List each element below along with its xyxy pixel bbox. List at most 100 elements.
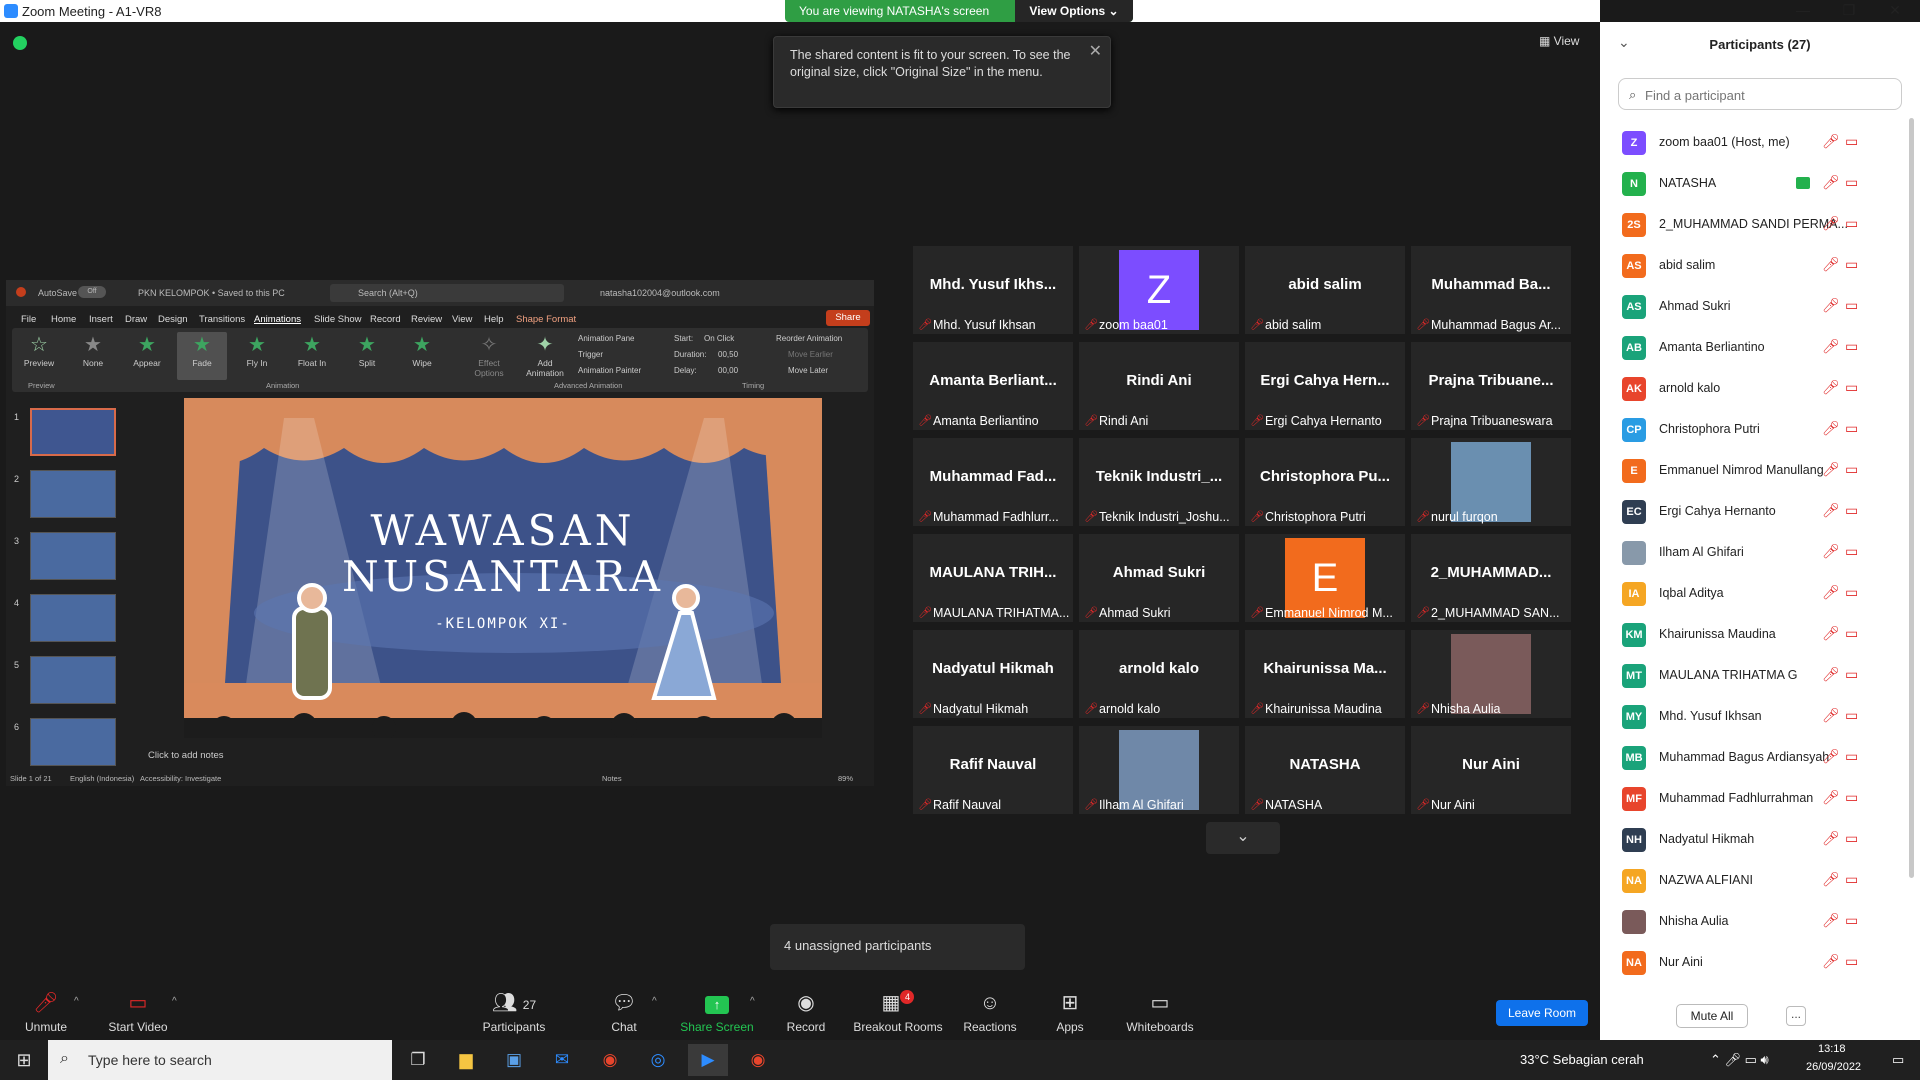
- video-tile[interactable]: Muhammad Fad... 🎤︎ Muhammad Fadhlurr...: [913, 438, 1073, 526]
- video-tile[interactable]: 2_MUHAMMAD... 🎤︎ 2_MUHAMMAD SAN...: [1411, 534, 1571, 622]
- ppt-search-box[interactable]: Search (Alt+Q): [330, 284, 564, 302]
- video-tile[interactable]: Ergi Cahya Hern... 🎤︎ Ergi Cahya Hernanto: [1245, 342, 1405, 430]
- menu-design[interactable]: Design: [158, 314, 188, 325]
- move-earlier-button[interactable]: Move Earlier: [788, 350, 833, 359]
- mic-muted-icon[interactable]: 🎤︎: [1822, 912, 1840, 929]
- leave-room-button[interactable]: Leave Room: [1496, 1000, 1588, 1026]
- mic-muted-icon[interactable]: 🎤︎: [1822, 215, 1840, 232]
- clock-date[interactable]: 26/09/2022: [1806, 1061, 1861, 1073]
- video-tile[interactable]: Christophora Pu... 🎤︎ Christophora Putri: [1245, 438, 1405, 526]
- weather-text[interactable]: 33°C Sebagian cerah: [1520, 1052, 1644, 1067]
- mic-muted-icon[interactable]: 🎤︎: [1822, 830, 1840, 847]
- taskbar-search[interactable]: ⌕ Type here to search: [48, 1040, 392, 1080]
- windows-start-icon[interactable]: ⊞: [4, 1044, 44, 1076]
- video-off-icon[interactable]: ▭: [1845, 420, 1858, 437]
- participant-row[interactable]: 2S 2_MUHAMMAD SANDI PERMA... 🎤︎ ▭: [1600, 204, 1920, 245]
- mic-muted-icon[interactable]: 🎤︎: [1822, 297, 1840, 314]
- participant-row[interactable]: Ilham Al Ghifari 🎤︎ ▭: [1600, 532, 1920, 573]
- chat-options-caret[interactable]: ^: [652, 996, 657, 1007]
- video-tile[interactable]: Muhammad Ba... 🎤︎ Muhammad Bagus Ar...: [1411, 246, 1571, 334]
- video-off-icon[interactable]: ▭: [1845, 912, 1858, 929]
- mic-muted-icon[interactable]: 🎤︎: [1822, 584, 1840, 601]
- participant-row[interactable]: KM Khairunissa Maudina 🎤︎ ▭: [1600, 614, 1920, 655]
- participant-row[interactable]: EC Ergi Cahya Hernanto 🎤︎ ▭: [1600, 491, 1920, 532]
- video-tile[interactable]: Nur Aini 🎤︎ Nur Aini: [1411, 726, 1571, 814]
- view-options-button[interactable]: View Options ⌄: [1015, 0, 1133, 22]
- teamviewer-icon[interactable]: ◎: [638, 1044, 678, 1076]
- menu-insert[interactable]: Insert: [89, 314, 113, 325]
- notes-button[interactable]: Notes: [602, 774, 622, 783]
- mic-muted-icon[interactable]: 🎤︎: [1822, 543, 1840, 560]
- anim-fade[interactable]: ★ Fade: [177, 332, 227, 380]
- video-off-icon[interactable]: ▭: [1845, 748, 1858, 765]
- unassigned-popup[interactable]: 4 unassigned participants: [770, 924, 1025, 970]
- anim-none[interactable]: ★ None: [68, 332, 118, 380]
- video-off-icon[interactable]: ▭: [1845, 133, 1858, 150]
- mic-muted-icon[interactable]: 🎤︎: [1822, 871, 1840, 888]
- participant-row[interactable]: NA Nur Aini 🎤︎ ▭: [1600, 942, 1920, 983]
- anim-float-in[interactable]: ★ Float In: [287, 332, 337, 380]
- video-off-icon[interactable]: ▭: [1845, 174, 1858, 191]
- mic-muted-icon[interactable]: 🎤︎: [1822, 174, 1840, 191]
- slide-canvas[interactable]: WAWASAN NUSANTARA -KELOMPOK XI-: [184, 398, 822, 738]
- video-off-icon[interactable]: ▭: [1845, 830, 1858, 847]
- autosave-toggle[interactable]: Off: [78, 286, 106, 298]
- video-tile[interactable]: Khairunissa Ma... 🎤︎ Khairunissa Maudina: [1245, 630, 1405, 718]
- video-off-icon[interactable]: ▭: [1845, 584, 1858, 601]
- participant-search[interactable]: ⌕: [1618, 78, 1902, 110]
- reactions-button[interactable]: ☺ Reactions: [960, 990, 1020, 1036]
- anim-appear[interactable]: ★ Appear: [122, 332, 172, 380]
- participant-row[interactable]: E Emmanuel Nimrod Manullang 🎤︎ ▭: [1600, 450, 1920, 491]
- video-off-icon[interactable]: ▭: [1845, 502, 1858, 519]
- mute-all-button[interactable]: Mute All: [1676, 1004, 1748, 1028]
- notifications-icon[interactable]: ▭: [1892, 1052, 1904, 1068]
- add-animation-button[interactable]: ✦ Add Animation: [520, 332, 570, 380]
- file-explorer-icon[interactable]: ▆: [446, 1044, 486, 1076]
- participant-row[interactable]: AB Amanta Berliantino 🎤︎ ▭: [1600, 327, 1920, 368]
- chrome-icon[interactable]: ◉: [590, 1044, 630, 1076]
- video-tile[interactable]: Nadyatul Hikmah 🎤︎ Nadyatul Hikmah: [913, 630, 1073, 718]
- participant-row[interactable]: Zzoom baa01 (Host, me) 🎤︎ ▭: [1600, 122, 1920, 163]
- record-button[interactable]: ◉ Record: [780, 990, 832, 1036]
- status-accessibility[interactable]: Accessibility: Investigate: [140, 774, 221, 783]
- slide-thumbnail[interactable]: [30, 408, 116, 456]
- breakout-rooms-button[interactable]: ▦ 4 Breakout Rooms: [852, 990, 944, 1036]
- mic-muted-icon[interactable]: 🎤︎: [1822, 707, 1840, 724]
- close-icon[interactable]: ✕: [1872, 0, 1918, 22]
- video-off-icon[interactable]: ▭: [1845, 953, 1858, 970]
- menu-file[interactable]: File: [21, 314, 36, 325]
- video-tile[interactable]: arnold kalo 🎤︎ arnold kalo: [1079, 630, 1239, 718]
- participant-row[interactable]: MF Muhammad Fadhlurrahman 🎤︎ ▭: [1600, 778, 1920, 819]
- encryption-shield-icon[interactable]: [13, 36, 27, 50]
- next-page-button[interactable]: ⌄: [1206, 822, 1280, 854]
- mic-muted-icon[interactable]: 🎤︎: [1822, 789, 1840, 806]
- clock-time[interactable]: 13:18: [1818, 1043, 1846, 1055]
- video-off-icon[interactable]: ▭: [1845, 789, 1858, 806]
- menu-help[interactable]: Help: [484, 314, 504, 325]
- chat-button[interactable]: 💬︎ Chat: [600, 990, 648, 1036]
- start-video-button[interactable]: ▭ Start Video: [100, 990, 176, 1036]
- start-select[interactable]: On Click: [704, 334, 734, 343]
- video-off-icon[interactable]: ▭: [1845, 871, 1858, 888]
- share-button[interactable]: Share: [826, 310, 870, 326]
- video-off-icon[interactable]: ▭: [1845, 379, 1858, 396]
- maximize-icon[interactable]: ❐: [1826, 0, 1872, 22]
- animation-pane-button[interactable]: Animation Pane: [578, 334, 634, 343]
- apps-button[interactable]: ⊞ Apps: [1050, 990, 1090, 1036]
- chrome-icon[interactable]: ◉: [738, 1044, 778, 1076]
- video-off-icon[interactable]: ▭: [1845, 297, 1858, 314]
- mic-muted-icon[interactable]: 🎤︎: [1822, 256, 1840, 273]
- video-tile[interactable]: Mhd. Yusuf Ikhs... 🎤︎ Mhd. Yusuf Ikhsan: [913, 246, 1073, 334]
- participant-row[interactable]: MY Mhd. Yusuf Ikhsan 🎤︎ ▭: [1600, 696, 1920, 737]
- participant-search-input[interactable]: [1645, 85, 1885, 105]
- video-tile[interactable]: E 🎤︎ Emmanuel Nimrod M...: [1245, 534, 1405, 622]
- participant-row[interactable]: MB Muhammad Bagus Ardiansyah 🎤︎ ▭: [1600, 737, 1920, 778]
- menu-transitions[interactable]: Transitions: [199, 314, 245, 325]
- video-tile[interactable]: Rafif Nauval 🎤︎ Rafif Nauval: [913, 726, 1073, 814]
- mic-muted-icon[interactable]: 🎤︎: [1822, 748, 1840, 765]
- video-tile[interactable]: Teknik Industri_... 🎤︎ Teknik Industri_Jos…: [1079, 438, 1239, 526]
- trigger-button[interactable]: Trigger: [578, 350, 603, 359]
- menu-draw[interactable]: Draw: [125, 314, 147, 325]
- video-tile[interactable]: abid salim 🎤︎ abid salim: [1245, 246, 1405, 334]
- video-tile[interactable]: MAULANA TRIH... 🎤︎ MAULANA TRIHATMA...: [913, 534, 1073, 622]
